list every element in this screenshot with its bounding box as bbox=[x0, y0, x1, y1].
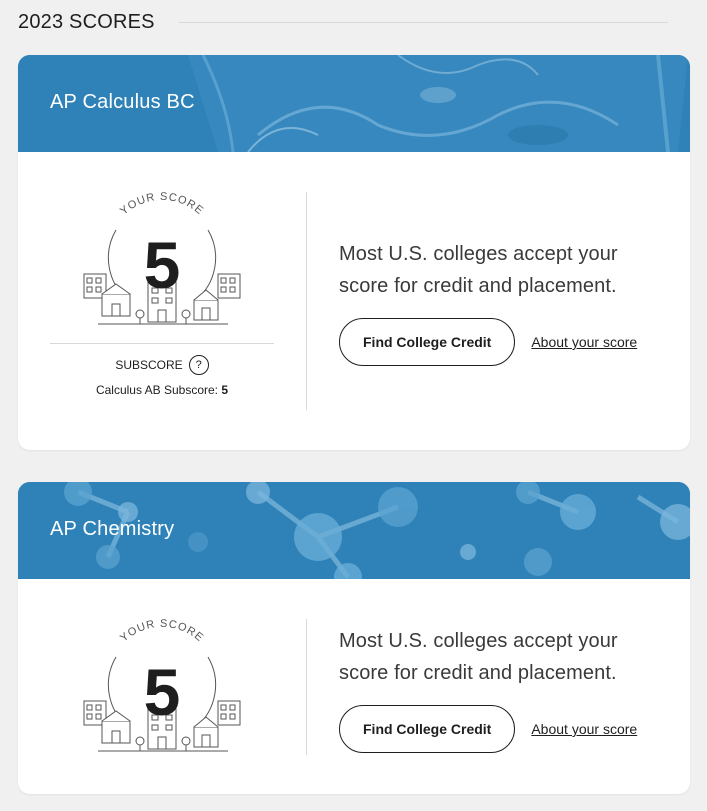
subscore-row: SUBSCORE ? bbox=[50, 355, 274, 375]
course-title: AP Calculus BC bbox=[50, 91, 195, 113]
score-column: YOUR SCORE 5 bbox=[50, 579, 274, 794]
subscore-divider bbox=[50, 343, 274, 344]
subscore-label: SUBSCORE bbox=[115, 358, 183, 372]
find-college-credit-button[interactable]: Find College Credit bbox=[339, 318, 516, 366]
subscore-value: 5 bbox=[221, 383, 229, 397]
scores-section-header: 2023 SCORES bbox=[18, 8, 668, 36]
your-score-label: YOUR SCORE bbox=[118, 618, 205, 645]
score-value: 5 bbox=[143, 655, 181, 729]
card-body: YOUR SCORE 5 bbox=[18, 152, 690, 450]
card-actions: Find College Credit About your score bbox=[339, 705, 659, 753]
svg-text:YOUR SCORE: YOUR SCORE bbox=[118, 191, 206, 218]
score-card-calculus-bc: AP Calculus BC YOUR SCORE 5 SUBSCORE ? C… bbox=[18, 55, 690, 450]
card-banner: AP Calculus BC bbox=[18, 55, 690, 152]
about-your-score-link[interactable]: About your score bbox=[531, 721, 637, 737]
card-body: YOUR SCORE 5 bbox=[18, 579, 690, 794]
subscore-detail: Calculus AB Subscore: 5 bbox=[50, 383, 274, 397]
info-column: Most U.S. colleges accept your score for… bbox=[339, 625, 659, 753]
subscore-name: Calculus AB Subscore: bbox=[95, 383, 219, 397]
section-divider bbox=[178, 21, 668, 23]
score-badge: YOUR SCORE 5 bbox=[82, 617, 242, 757]
score-card-chemistry: AP Chemistry YOUR SCORE 5 Most U.S. coll… bbox=[18, 482, 690, 794]
credit-info-text: Most U.S. colleges accept your score for… bbox=[339, 630, 618, 684]
subscore-help-icon[interactable]: ? bbox=[188, 355, 209, 375]
vertical-divider bbox=[306, 619, 307, 755]
vertical-divider bbox=[306, 192, 307, 410]
your-score-label: YOUR SCORE bbox=[118, 191, 205, 218]
info-column: Most U.S. colleges accept your score for… bbox=[339, 238, 659, 366]
course-title: AP Chemistry bbox=[50, 518, 175, 540]
score-value: 5 bbox=[143, 228, 181, 302]
card-banner: AP Chemistry bbox=[18, 482, 690, 579]
about-your-score-link[interactable]: About your score bbox=[531, 334, 637, 350]
find-college-credit-button[interactable]: Find College Credit bbox=[339, 705, 516, 753]
section-title: 2023 SCORES bbox=[18, 10, 155, 33]
credit-info-text: Most U.S. colleges accept your score for… bbox=[339, 243, 618, 297]
card-actions: Find College Credit About your score bbox=[339, 318, 659, 366]
svg-text:YOUR SCORE: YOUR SCORE bbox=[118, 618, 206, 645]
score-column: YOUR SCORE 5 bbox=[50, 152, 274, 450]
score-badge: YOUR SCORE 5 bbox=[82, 190, 242, 330]
